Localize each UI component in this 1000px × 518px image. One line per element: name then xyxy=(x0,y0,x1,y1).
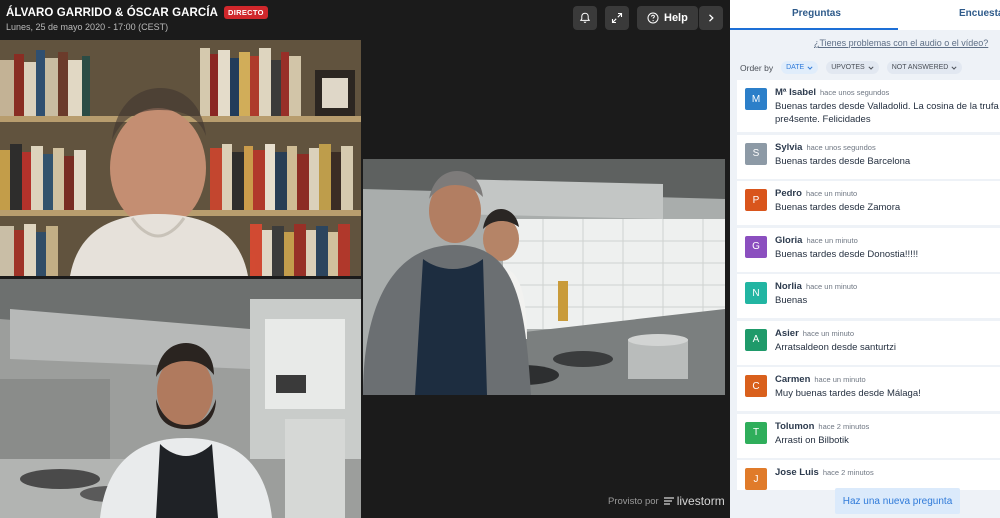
author-name: Norlia xyxy=(775,281,802,292)
avatar: M xyxy=(745,88,767,110)
question-item: N Norlia hace un minuto Buenas xyxy=(737,274,1000,318)
filter-date-label: DATE xyxy=(786,64,805,71)
video-tile-chef xyxy=(0,279,361,518)
question-time: hace unos segundos xyxy=(806,142,876,152)
question-item: G Gloria hace un minuto Buenas tardes des… xyxy=(737,227,1000,272)
question-item: T Tolumon hace 2 minutos Arrasti on Bilbo… xyxy=(737,413,1000,458)
video-tile-host xyxy=(0,40,361,276)
author-name: Asier xyxy=(775,327,799,339)
powered-by: Provisto por livestorm xyxy=(608,494,725,508)
live-badge: DIRECTO xyxy=(224,6,268,19)
question-time: hace un minuto xyxy=(814,375,866,384)
order-by-bar: Order by DATE UPVOTES NOT ANSWERED xyxy=(740,61,963,74)
question-time: hace un minuto xyxy=(805,282,858,291)
question-text: Buenas tardes desde Valladolid. La cosin… xyxy=(775,101,999,125)
filter-not-answered-label: NOT ANSWERED xyxy=(891,64,949,71)
fullscreen-icon xyxy=(611,12,623,24)
question-time: hace 2 minutos xyxy=(822,468,874,477)
question-item: C Carmen hace un minuto Muy buenas tardes… xyxy=(737,367,1000,411)
avatar: N xyxy=(745,282,767,304)
panel-tabs: Preguntas Encuestas xyxy=(730,0,1000,30)
avatar: A xyxy=(745,328,767,351)
question-text: Buenas tardes desde Barcelona xyxy=(775,155,911,167)
question-text: Buenas tardes desde Donostia!!!!! xyxy=(775,248,919,260)
question-item: J Jose Luis hace 2 minutos xyxy=(737,460,1000,490)
filter-upvotes[interactable]: UPVOTES xyxy=(826,61,879,74)
next-panel-button[interactable] xyxy=(699,6,723,30)
question-author: Tolumon hace 2 minutos xyxy=(775,421,869,432)
author-name: Pedro xyxy=(775,188,802,199)
question-author: Gloria hace un minuto xyxy=(775,235,858,246)
tab-questions[interactable]: Preguntas xyxy=(792,8,841,19)
question-author: Norlia hace un minuto xyxy=(775,281,857,292)
active-tab-indicator xyxy=(730,28,898,30)
event-title-row: ÁLVARO GARRIDO & ÓSCAR GARCÍA DIRECTO xyxy=(6,6,268,19)
filter-date[interactable]: DATE xyxy=(781,61,819,74)
author-name: Gloria xyxy=(775,234,803,246)
audio-help-link[interactable]: ¿Tienes problemas con el audio o el víde… xyxy=(814,38,988,48)
video-stage: ÁLVARO GARRIDO & ÓSCAR GARCÍA DIRECTO Lu… xyxy=(0,0,730,518)
event-date: Lunes, 25 de mayo 2020 - 17:00 (CEST) xyxy=(6,22,169,32)
question-time: hace 2 minutos xyxy=(818,421,870,431)
question-time: hace un minuto xyxy=(806,235,858,245)
filter-upvotes-label: UPVOTES xyxy=(831,64,865,71)
chevron-right-icon xyxy=(709,14,714,22)
chevron-down-icon xyxy=(807,65,813,70)
ask-question-button[interactable]: Haz una nueva pregunta xyxy=(835,488,960,514)
question-time: hace un minuto xyxy=(802,328,855,338)
tab-polls[interactable]: Encuestas xyxy=(959,8,1000,19)
avatar: C xyxy=(745,375,767,397)
help-label: Help xyxy=(664,12,688,24)
author-name: Mª Isabel xyxy=(775,87,817,98)
author-name: Carmen xyxy=(775,374,811,385)
avatar: J xyxy=(745,468,767,490)
question-author: Mª Isabel hace unos segundos xyxy=(775,87,889,98)
question-time: hace un minuto xyxy=(805,189,858,198)
question-text: Buenas tardes desde Zamora xyxy=(775,202,901,213)
avatar: G xyxy=(745,235,767,258)
question-time: hace unos segundos xyxy=(820,88,890,97)
help-button[interactable]: Help xyxy=(637,6,698,30)
qa-panel: Preguntas Encuestas ¿Tienes problemas co… xyxy=(730,0,1000,518)
question-item: P Pedro hace un minuto Buenas tardes desd… xyxy=(737,181,1000,225)
avatar: P xyxy=(745,189,767,211)
question-item: M Mª Isabel hace unos segundos Buenas tar… xyxy=(737,80,1000,132)
author-name: Sylvia xyxy=(775,141,803,153)
powered-by-label: Provisto por xyxy=(608,495,659,507)
question-list: M Mª Isabel hace unos segundos Buenas tar… xyxy=(737,80,1000,493)
question-author: Asier hace un minuto xyxy=(775,328,854,339)
question-author: Jose Luis hace 2 minutos xyxy=(775,467,874,478)
question-text: Buenas xyxy=(775,295,808,306)
order-by-label: Order by xyxy=(740,62,774,73)
avatar: S xyxy=(745,142,767,165)
question-author: Carmen hace un minuto xyxy=(775,374,866,385)
fullscreen-button[interactable] xyxy=(605,6,629,30)
chef-video-frame xyxy=(0,279,361,518)
livestorm-brand-label: livestorm xyxy=(676,494,725,508)
author-name: Jose Luis xyxy=(775,467,819,478)
host-video-frame xyxy=(0,40,361,276)
question-item: A Asier hace un minuto Arratsaldeon desde… xyxy=(737,320,1000,365)
livestorm-brand: livestorm xyxy=(663,494,725,508)
question-author: Sylvia hace unos segundos xyxy=(775,142,876,153)
filter-not-answered[interactable]: NOT ANSWERED xyxy=(886,61,963,74)
notifications-button[interactable] xyxy=(573,6,597,30)
kitchen-video-frame xyxy=(363,159,725,395)
question-item: S Sylvia hace unos segundos Buenas tardes… xyxy=(737,134,1000,179)
author-name: Tolumon xyxy=(775,420,815,432)
question-text: Arrasti on Bilbotik xyxy=(775,434,849,446)
chevron-down-icon xyxy=(868,65,874,70)
event-title: ÁLVARO GARRIDO & ÓSCAR GARCÍA xyxy=(6,6,219,19)
question-text: Arratsaldeon desde santurtzi xyxy=(775,341,896,353)
video-tile-kitchen xyxy=(363,159,725,395)
bell-icon xyxy=(579,12,591,24)
chevron-down-icon xyxy=(951,65,957,70)
question-text: Muy buenas tardes desde Málaga! xyxy=(775,388,921,399)
question-icon xyxy=(647,12,659,24)
livestorm-logo-icon xyxy=(663,497,674,505)
question-author: Pedro hace un minuto xyxy=(775,188,857,199)
avatar: T xyxy=(745,421,767,444)
